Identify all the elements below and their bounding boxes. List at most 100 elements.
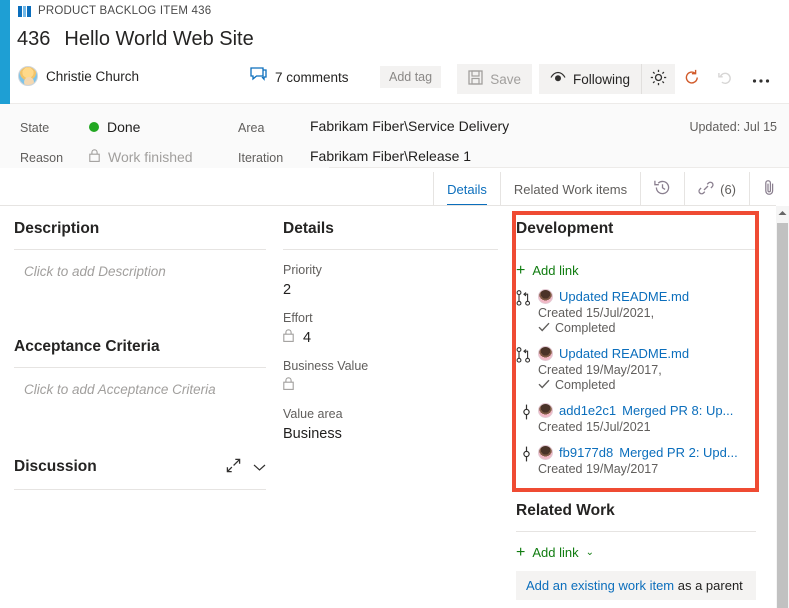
refresh-icon [684, 69, 700, 89]
commit-icon [516, 403, 538, 434]
development-link-created: Created 15/Jul/2021, [538, 306, 756, 320]
work-item-toolbar: Save Following [457, 64, 779, 94]
undo-icon [718, 70, 734, 88]
scrollbar-thumb[interactable] [777, 223, 788, 608]
development-link-item[interactable]: add1e2c1 Merged PR 8: Up... Created 15/J… [516, 403, 756, 434]
tab-links-count: (6) [720, 182, 736, 197]
details-column: Details Priority 2 Effort 4 Business Val… [283, 206, 498, 442]
related-work-suggestion-link[interactable]: Add an existing work item [526, 578, 674, 593]
development-link-status-text: Completed [555, 378, 615, 392]
work-item-meta-row: Christie Church 7 comments Add tag [18, 66, 789, 96]
development-link-title[interactable]: Updated README.md [559, 346, 689, 361]
plus-icon: + [516, 265, 525, 277]
vertical-scrollbar[interactable] [776, 206, 789, 608]
tab-history[interactable] [640, 172, 684, 206]
assigned-to[interactable]: Christie Church [18, 66, 139, 86]
priority-value[interactable]: 2 [283, 281, 498, 298]
development-link-title[interactable]: Merged PR 8: Up... [622, 403, 733, 418]
development-title: Development [516, 206, 756, 238]
comments-link[interactable]: 7 comments [250, 67, 349, 87]
add-tag-button[interactable]: Add tag [380, 66, 441, 88]
development-link-title[interactable]: Updated README.md [559, 289, 689, 304]
related-work-suggestion[interactable]: Add an existing work item as a parent [516, 571, 756, 600]
description-input[interactable]: Click to add Description [14, 250, 266, 324]
development-link-header: fb9177d8 Merged PR 2: Upd... [538, 445, 756, 460]
link-icon [698, 180, 714, 199]
effort-value: 4 [283, 329, 498, 346]
discussion-divider [14, 489, 266, 490]
priority-label: Priority [283, 263, 498, 277]
save-button[interactable]: Save [457, 64, 532, 94]
work-item-id: 436 [17, 28, 50, 51]
commit-icon [516, 445, 538, 476]
state-label: State [20, 121, 49, 135]
tab-details[interactable]: Details [433, 172, 500, 206]
details-title: Details [283, 206, 498, 238]
reason-label: Reason [20, 151, 63, 165]
development-divider [516, 249, 756, 250]
development-link-item[interactable]: Updated README.md Created 15/Jul/2021, C… [516, 289, 756, 335]
following-icon [550, 71, 566, 87]
development-link-body: fb9177d8 Merged PR 2: Upd... Created 19/… [538, 445, 756, 476]
related-work-title: Related Work [516, 476, 756, 520]
left-column: Description Click to add Description Acc… [14, 206, 266, 490]
development-commit-hash[interactable]: add1e2c1 [559, 403, 616, 418]
development-commit-hash[interactable]: fb9177d8 [559, 445, 613, 460]
settings-button[interactable] [641, 64, 675, 94]
effort-text: 4 [303, 330, 311, 346]
tab-links[interactable]: (6) [684, 172, 749, 206]
development-link-body: Updated README.md Created 19/May/2017, C… [538, 346, 756, 392]
state-value[interactable]: Done [89, 119, 140, 135]
priority-text: 2 [283, 282, 291, 298]
work-item-title[interactable]: Hello World Web Site [64, 28, 253, 51]
development-add-link-button[interactable]: + Add link [516, 263, 756, 278]
comment-icon [250, 67, 267, 87]
description-title: Description [14, 206, 266, 238]
development-link-item[interactable]: fb9177d8 Merged PR 2: Upd... Created 19/… [516, 445, 756, 476]
area-value[interactable]: Fabrikam Fiber\Service Delivery [310, 118, 509, 134]
acceptance-criteria-input[interactable]: Click to add Acceptance Criteria [14, 368, 266, 442]
scroll-up-arrow[interactable] [776, 206, 789, 219]
pull-request-icon [516, 289, 538, 335]
development-link-title[interactable]: Merged PR 2: Upd... [619, 445, 738, 460]
work-item-tabs: Details Related Work items ( [433, 172, 789, 206]
iteration-value[interactable]: Fabrikam Fiber\Release 1 [310, 148, 471, 164]
work-item-header: PRODUCT BACKLOG ITEM 436 436 Hello World… [0, 0, 789, 104]
tab-related-work-items[interactable]: Related Work items [500, 172, 640, 206]
acceptance-criteria-title: Acceptance Criteria [14, 324, 266, 356]
chevron-down-icon[interactable] [253, 459, 266, 477]
related-work-divider [516, 531, 756, 532]
related-work-add-link-button[interactable]: + Add link ⌄ [516, 545, 756, 560]
links-column: Development + Add link [516, 206, 756, 600]
undo-button[interactable] [709, 64, 743, 94]
updated-timestamp: Updated: Jul 15 [689, 120, 777, 134]
iteration-label: Iteration [238, 151, 283, 165]
history-icon [654, 179, 671, 199]
avatar [538, 289, 553, 304]
chevron-down-icon: ⌄ [586, 547, 594, 558]
value-area-value[interactable]: Business [283, 425, 498, 442]
discussion-header: Discussion [14, 442, 266, 478]
check-icon [538, 378, 550, 392]
development-link-status-text: Completed [555, 321, 615, 335]
refresh-button[interactable] [675, 64, 709, 94]
development-link-header: add1e2c1 Merged PR 8: Up... [538, 403, 756, 418]
scrollbar-gutter-top [776, 175, 789, 206]
tab-related-work-items-label: Related Work items [514, 182, 627, 197]
development-link-item[interactable]: Updated README.md Created 19/May/2017, C… [516, 346, 756, 392]
development-link-header: Updated README.md [538, 289, 756, 304]
details-divider [283, 249, 498, 250]
breadcrumb[interactable]: PRODUCT BACKLOG ITEM 436 [18, 5, 211, 17]
related-work-suggestion-rest: as a parent [674, 578, 743, 593]
development-link-header: Updated README.md [538, 346, 756, 361]
follow-button[interactable]: Following [539, 64, 641, 94]
development-link-created: Created 19/May/2017, [538, 363, 756, 377]
business-value-value [283, 377, 498, 394]
more-actions-button[interactable] [743, 64, 779, 94]
save-icon [468, 70, 483, 88]
work-item-body: Description Click to add Description Acc… [0, 206, 777, 608]
backlog-item-icon [18, 6, 31, 17]
expand-icon[interactable] [226, 458, 241, 478]
attachment-icon [763, 179, 776, 199]
more-actions-icon [752, 72, 770, 87]
